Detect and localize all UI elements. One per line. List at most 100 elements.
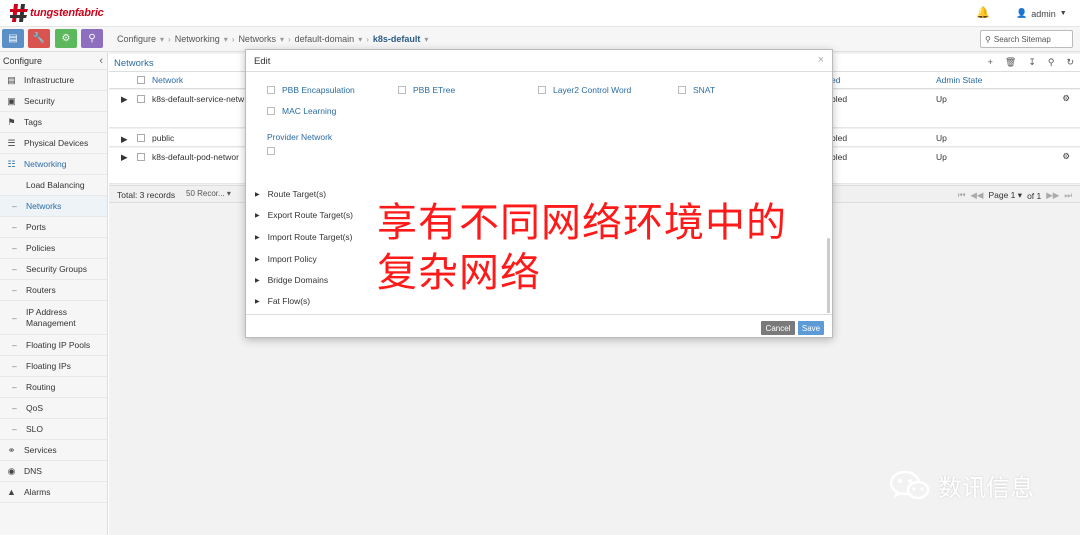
checkbox-box[interactable] <box>538 86 546 94</box>
sidebar: Configure ‹ ▤ Infrastructure ▣ Security ⚑ T… <box>0 52 108 535</box>
checkbox-label: Layer2 Control Word <box>553 85 632 95</box>
logo[interactable]: tungstenfabric <box>10 3 104 23</box>
gear-icon[interactable]: ⚙ <box>1062 93 1070 104</box>
column-header-admin-state[interactable]: Admin State <box>936 75 982 85</box>
sidebar-sub-security-groups[interactable]: – Security Groups <box>0 259 107 280</box>
network-name[interactable]: public <box>152 133 174 143</box>
sidebar-item-tags[interactable]: ⚑ Tags <box>0 112 107 133</box>
pagination: ⏮ ◀◀ Page 1 ▾ of 1 ▶▶ ⏭ <box>958 190 1072 201</box>
next-page-icon[interactable]: ▶▶ <box>1046 190 1059 201</box>
select-all-checkbox[interactable] <box>137 76 145 84</box>
dash-icon: – <box>12 264 17 274</box>
save-button[interactable]: Save <box>798 321 824 335</box>
sidebar-item-security[interactable]: ▣ Security <box>0 91 107 112</box>
section-fat-flows[interactable]: ▶ Fat Flow(s) <box>255 296 310 306</box>
column-header-network[interactable]: Network <box>152 75 183 85</box>
sidebar-sub-load-balancing[interactable]: Load Balancing <box>0 175 107 196</box>
prev-page-icon[interactable]: ◀◀ <box>970 190 983 201</box>
sidebar-item-physical-devices[interactable]: ☰ Physical Devices <box>0 133 107 154</box>
settings-button[interactable]: ⚙ <box>55 29 77 48</box>
configure-button[interactable]: 🔧 <box>28 29 50 48</box>
sidebar-sub-networks[interactable]: – Networks <box>0 196 107 217</box>
overlay-caption: 享有不同网络环境中的 复杂网络 <box>377 198 847 298</box>
caret-right-icon: ▶ <box>255 212 260 219</box>
caption-line: 享有不同网络环境中的 <box>377 200 787 246</box>
pbb-etree-checkbox[interactable]: PBB ETree <box>398 85 455 95</box>
network-name[interactable]: k8s-default-pod-networ <box>152 152 239 162</box>
breadcrumb-item[interactable]: default-domain <box>295 34 355 44</box>
sidebar-item-dns[interactable]: ◉ DNS <box>0 461 107 482</box>
expand-icon[interactable]: ▶ <box>121 152 128 163</box>
sidebar-sub-floating-ips[interactable]: – Floating IPs <box>0 356 107 377</box>
section-import-policy[interactable]: ▶ Import Policy <box>255 254 317 264</box>
sidebar-item-networking[interactable]: ☷ Networking <box>0 154 107 175</box>
snat-checkbox[interactable]: SNAT <box>678 85 715 95</box>
breadcrumb-current[interactable]: k8s-default <box>373 34 421 44</box>
refresh-icon[interactable]: ↻ <box>1066 57 1074 68</box>
sidebar-item-infrastructure[interactable]: ▤ Infrastructure <box>0 70 107 91</box>
search-icon[interactable]: ⚲ <box>1048 57 1055 68</box>
row-checkbox[interactable] <box>137 153 145 161</box>
sidebar-item-alarms[interactable]: ▲ Alarms <box>0 482 107 503</box>
query-button[interactable]: ⚲ <box>81 29 103 48</box>
dns-icon: ◉ <box>7 465 16 476</box>
provider-network-checkbox[interactable] <box>267 147 275 155</box>
watermark-text: 数讯信息 <box>938 474 1034 502</box>
section-import-route-targets[interactable]: ▶ Import Route Target(s) <box>255 232 353 242</box>
checkbox-box[interactable] <box>678 86 686 94</box>
mac-learning-checkbox[interactable]: MAC Learning <box>267 106 336 116</box>
export-icon[interactable]: ↧ <box>1028 57 1036 68</box>
chevron-right-icon: › <box>287 34 291 44</box>
section-bridge-domains[interactable]: ▶ Bridge Domains <box>255 275 328 285</box>
user-menu[interactable]: 👤 admin ▼ <box>1016 8 1067 19</box>
section-label: Route Target(s) <box>267 189 327 199</box>
sidebar-item-label: Alarms <box>24 487 51 497</box>
sidebar-sub-policies[interactable]: – Policies <box>0 238 107 259</box>
sidebar-sub-routing[interactable]: – Routing <box>0 377 107 398</box>
delete-icon[interactable]: 🗑 <box>1005 57 1016 68</box>
sidebar-sub-routers[interactable]: – Routers <box>0 280 107 301</box>
watermark: 数讯信息 <box>889 468 1034 503</box>
sidebar-sub-label: Floating IPs <box>26 361 71 371</box>
checkbox-box[interactable] <box>267 86 275 94</box>
cancel-button[interactable]: Cancel <box>761 321 795 335</box>
last-page-icon[interactable]: ⏭ <box>1064 190 1072 201</box>
breadcrumb-item[interactable]: Configure <box>117 34 156 44</box>
first-page-icon[interactable]: ⏮ <box>958 190 966 201</box>
add-icon[interactable]: + <box>988 57 993 68</box>
bell-icon[interactable]: 🔔 <box>976 6 990 19</box>
row-checkbox[interactable] <box>137 134 145 142</box>
close-icon[interactable]: × <box>818 54 824 66</box>
checkbox-box[interactable] <box>267 107 275 115</box>
sidebar-sub-ipam[interactable]: – IP Address Management <box>0 301 107 335</box>
pbb-encapsulation-checkbox[interactable]: PBB Encapsulation <box>267 85 355 95</box>
section-export-route-targets[interactable]: ▶ Export Route Target(s) <box>255 210 353 220</box>
page-select[interactable]: Page 1 ▾ <box>988 190 1022 201</box>
expand-icon[interactable]: ▶ <box>121 134 128 145</box>
breadcrumb-item[interactable]: Networking <box>175 34 220 44</box>
sidebar-sub-qos[interactable]: – QoS <box>0 398 107 419</box>
network-name[interactable]: k8s-default-service-netw <box>152 94 244 104</box>
records-per-page-select[interactable]: 50 Recor... ▾ <box>186 189 231 198</box>
caret-right-icon: ▶ <box>255 277 260 284</box>
caret-down-icon: ▾ <box>358 34 363 44</box>
sidebar-sub-slo[interactable]: – SLO <box>0 419 107 440</box>
layer2-control-word-checkbox[interactable]: Layer2 Control Word <box>538 85 631 95</box>
network-icon: ☷ <box>7 158 16 169</box>
checkbox-box[interactable] <box>398 86 406 94</box>
breadcrumb-item[interactable]: Networks <box>238 34 276 44</box>
monitor-button[interactable]: ▤ <box>2 29 24 48</box>
row-checkbox[interactable] <box>137 95 145 103</box>
gear-icon[interactable]: ⚙ <box>1062 151 1070 162</box>
caret-down-icon: ▾ <box>226 189 231 198</box>
sidebar-sub-floating-ip-pools[interactable]: – Floating IP Pools <box>0 335 107 356</box>
sidebar-item-services[interactable]: ⚭ Services <box>0 440 107 461</box>
caret-down-icon: ▾ <box>1017 190 1023 200</box>
search-sitemap-input[interactable]: ⚲ Search Sitemap <box>980 30 1073 48</box>
sidebar-sub-ports[interactable]: – Ports <box>0 217 107 238</box>
section-route-targets[interactable]: ▶ Route Target(s) <box>255 189 326 199</box>
wechat-icon <box>889 469 930 503</box>
chevron-left-icon[interactable]: ‹ <box>99 55 103 67</box>
expand-icon[interactable]: ▶ <box>121 94 128 105</box>
sidebar-item-label: Security <box>24 96 55 106</box>
